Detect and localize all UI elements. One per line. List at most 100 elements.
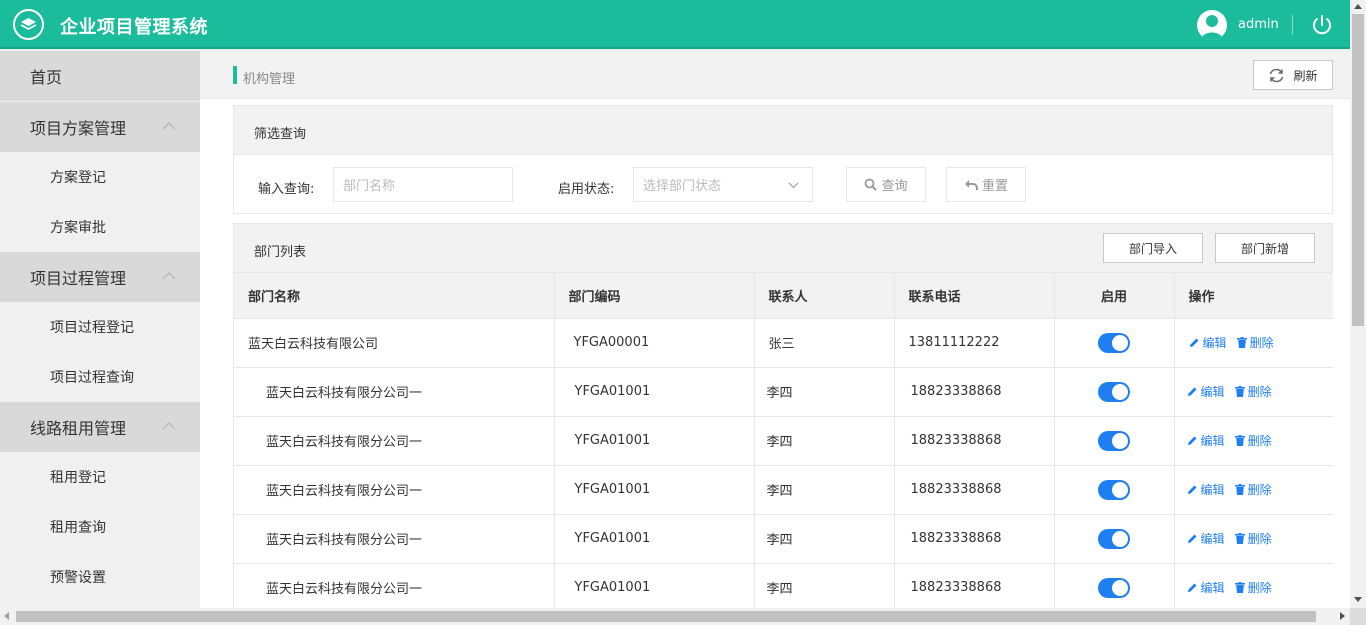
add-department-button[interactable]: 部门新增 xyxy=(1215,233,1315,263)
delete-label: 删除 xyxy=(1247,482,1272,497)
enabled-switch[interactable] xyxy=(1098,332,1130,353)
sidebar-item-process-register[interactable]: 项目过程登记 xyxy=(0,302,200,352)
breadcrumb: 机构管理 刷新 xyxy=(200,51,1350,99)
delete-label: 删除 xyxy=(1247,580,1272,595)
delete-label: 删除 xyxy=(1247,433,1272,448)
sidebar-group-line-rental[interactable]: 线路租用管理 xyxy=(0,402,200,452)
refresh-icon xyxy=(1270,68,1284,82)
delete-button[interactable]: 删除 xyxy=(1234,432,1272,449)
sidebar-item-home[interactable]: 首页 xyxy=(0,51,200,101)
sidebar-item-rental-query[interactable]: 租用查询 xyxy=(0,502,200,552)
department-list-panel: 部门列表 部门导入 部门新增 部门名称 部门编码 联系人 联系电话 启用 操作 xyxy=(233,223,1333,608)
table-row: 蓝天白云科技有限分公司一 YFGA01001 李四 18823338868 编辑… xyxy=(234,514,1333,564)
enabled-switch[interactable] xyxy=(1098,528,1130,549)
chevron-up-icon xyxy=(162,422,176,430)
sidebar-group-label: 项目过程管理 xyxy=(30,269,127,288)
edit-button[interactable]: 编辑 xyxy=(1187,530,1225,547)
sidebar-item-rental-register[interactable]: 租用登记 xyxy=(0,452,200,502)
edit-button[interactable]: 编辑 xyxy=(1187,481,1225,498)
status-select[interactable]: 选择部门状态 xyxy=(633,167,813,202)
scroll-down-icon[interactable] xyxy=(1354,597,1362,602)
delete-button[interactable]: 删除 xyxy=(1234,383,1272,400)
scroll-up-icon[interactable] xyxy=(1354,4,1362,9)
column-header-phone[interactable]: 联系电话 xyxy=(894,273,1055,319)
cell-contact: 李四 xyxy=(754,367,895,417)
layers-icon[interactable] xyxy=(13,9,44,40)
delete-button[interactable]: 删除 xyxy=(1234,481,1272,498)
cell-enabled xyxy=(1054,465,1175,515)
sidebar-group-label: 项目方案管理 xyxy=(30,119,127,138)
reset-label: 重置 xyxy=(981,179,1008,194)
pencil-icon xyxy=(1189,338,1198,347)
status-label: 启用状态: xyxy=(558,182,615,197)
import-department-button[interactable]: 部门导入 xyxy=(1103,233,1203,263)
reset-button[interactable]: 重置 xyxy=(946,167,1026,202)
cell-enabled xyxy=(1054,318,1175,368)
edit-button[interactable]: 编辑 xyxy=(1187,383,1225,400)
sidebar-item-label: 项目过程登记 xyxy=(50,320,134,336)
cell-code: YFGA01001 xyxy=(554,416,755,466)
app-title: 企业项目管理系统 xyxy=(60,17,208,38)
column-header-contact[interactable]: 联系人 xyxy=(754,273,895,319)
switch-knob xyxy=(1112,530,1128,547)
delete-button[interactable]: 删除 xyxy=(1234,579,1272,596)
scroll-right-icon[interactable] xyxy=(1340,612,1345,620)
filter-row: 输入查询: 部门名称 启用状态: 选择部门状态 查询 重置 xyxy=(234,155,1332,214)
power-icon[interactable] xyxy=(1310,13,1334,37)
horizontal-scroll-thumb[interactable] xyxy=(16,611,1316,622)
pencil-icon xyxy=(1187,387,1196,396)
cell-actions: 编辑 删除 xyxy=(1174,416,1333,466)
sidebar-item-process-query[interactable]: 项目过程查询 xyxy=(0,352,200,402)
column-header-enabled[interactable]: 启用 xyxy=(1054,273,1175,319)
cell-phone: 18823338868 xyxy=(894,416,1055,466)
delete-label: 删除 xyxy=(1247,531,1272,546)
sidebar-item-label: 首页 xyxy=(30,68,63,87)
cell-phone: 13811112222 xyxy=(894,318,1055,368)
cell-contact: 李四 xyxy=(754,416,895,466)
enabled-switch[interactable] xyxy=(1098,381,1130,402)
edit-button[interactable]: 编辑 xyxy=(1189,334,1227,351)
column-header-actions[interactable]: 操作 xyxy=(1174,273,1333,319)
avatar[interactable] xyxy=(1197,10,1227,40)
enabled-switch[interactable] xyxy=(1098,430,1130,451)
pencil-icon xyxy=(1187,485,1196,494)
sidebar-item-label: 租用查询 xyxy=(50,520,106,536)
switch-knob xyxy=(1112,383,1128,400)
sidebar-group-label: 线路租用管理 xyxy=(30,419,127,438)
sidebar-item-label: 方案登记 xyxy=(50,170,106,186)
delete-button[interactable]: 删除 xyxy=(1234,530,1272,547)
edit-button[interactable]: 编辑 xyxy=(1187,432,1225,449)
switch-knob xyxy=(1112,334,1128,351)
sidebar-item-plan-register[interactable]: 方案登记 xyxy=(0,152,200,202)
trash-icon xyxy=(1234,483,1245,495)
cell-phone: 18823338868 xyxy=(894,514,1055,564)
pencil-icon xyxy=(1187,534,1196,543)
department-table: 部门名称 部门编码 联系人 联系电话 启用 操作 蓝天白云科技有限公司 YFGA… xyxy=(234,273,1333,608)
sidebar-group-project-plan[interactable]: 项目方案管理 xyxy=(0,102,200,152)
sidebar-item-plan-approve[interactable]: 方案审批 xyxy=(0,202,200,252)
trash-icon xyxy=(1234,434,1245,446)
delete-button[interactable]: 删除 xyxy=(1236,334,1274,351)
import-label: 部门导入 xyxy=(1128,241,1177,256)
enabled-switch[interactable] xyxy=(1098,577,1130,598)
scroll-left-icon[interactable] xyxy=(4,612,9,620)
username[interactable]: admin xyxy=(1238,17,1279,32)
vertical-scroll-thumb[interactable] xyxy=(1352,14,1364,326)
column-header-name[interactable]: 部门名称 xyxy=(234,273,555,319)
enabled-switch[interactable] xyxy=(1098,479,1130,500)
refresh-button[interactable]: 刷新 xyxy=(1253,60,1333,90)
switch-knob xyxy=(1112,579,1128,596)
department-name-input[interactable]: 部门名称 xyxy=(333,167,513,202)
search-button[interactable]: 查询 xyxy=(846,167,926,202)
filter-panel-header: 筛选查询 xyxy=(234,106,1332,155)
edit-label: 编辑 xyxy=(1200,531,1225,546)
table-row: 蓝天白云科技有限公司 YFGA00001 张三 13811112222 编辑 删… xyxy=(234,318,1333,368)
top-bar: 企业项目管理系统 admin xyxy=(0,0,1350,49)
sidebar-item-alert-settings[interactable]: 预警设置 xyxy=(0,552,200,602)
breadcrumb-current: 机构管理 xyxy=(243,72,296,87)
table-row: 蓝天白云科技有限分公司一 YFGA01001 李四 18823338868 编辑… xyxy=(234,563,1333,608)
column-header-code[interactable]: 部门编码 xyxy=(554,273,755,319)
sidebar-group-project-process[interactable]: 项目过程管理 xyxy=(0,252,200,302)
main-content: 机构管理 刷新 筛选查询 输入查询: 部门名称 启用状态: 选择部门状态 查询 … xyxy=(200,51,1350,608)
edit-button[interactable]: 编辑 xyxy=(1187,579,1225,596)
